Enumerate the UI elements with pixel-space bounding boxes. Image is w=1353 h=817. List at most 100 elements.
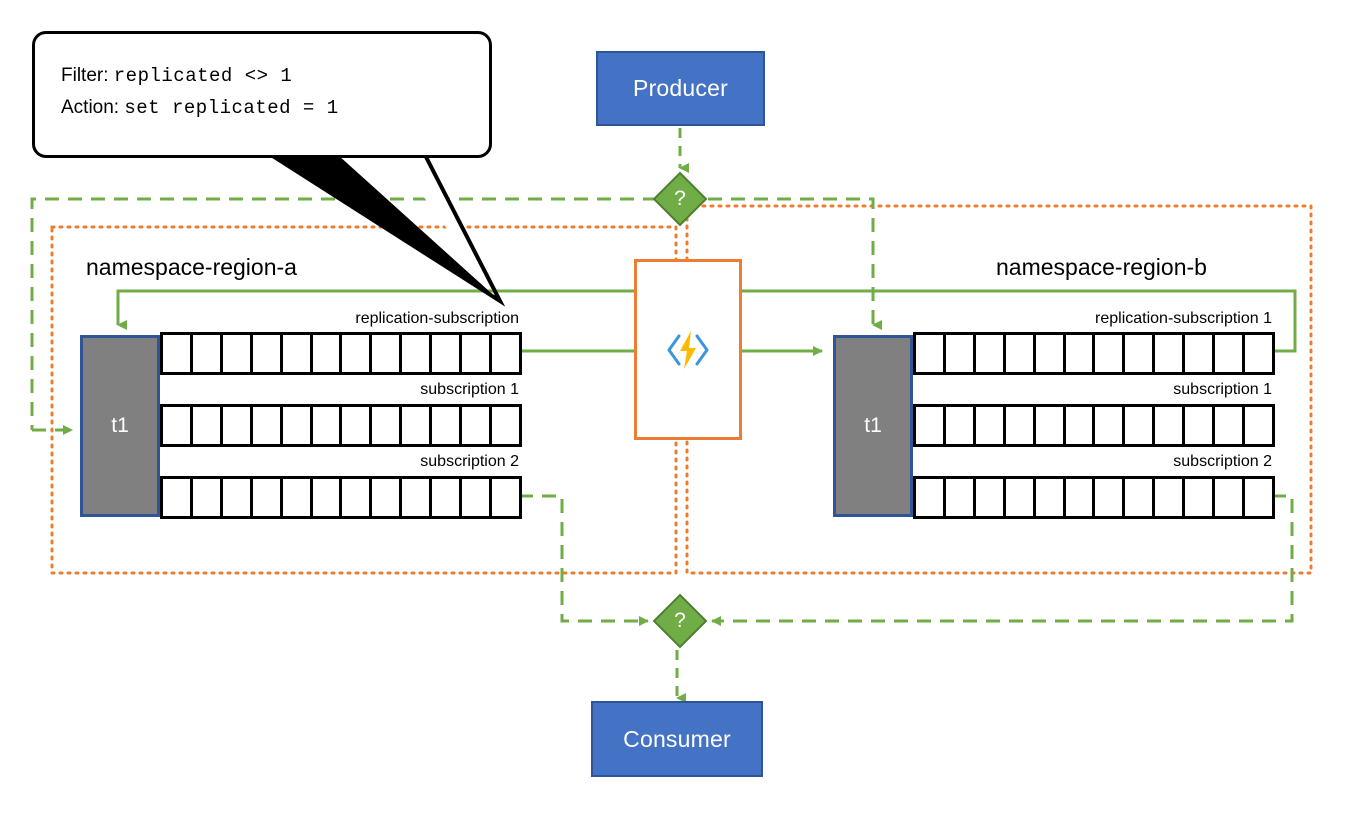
queue-cell	[279, 332, 313, 375]
queue-cell	[459, 404, 492, 447]
decision-bottom-diamond[interactable]: ?	[652, 593, 708, 649]
queue-cell	[1092, 404, 1126, 447]
queue-cell	[219, 332, 253, 375]
callout-filter-label: Filter:	[61, 65, 109, 86]
queue-cell	[339, 476, 373, 519]
queue-cell	[972, 332, 1006, 375]
ns-b-sub-0-label: replication-subscription 1	[1095, 310, 1272, 327]
queue-cell	[249, 404, 283, 447]
topic-label: t1	[111, 414, 129, 437]
queue-cell	[399, 404, 433, 447]
queue-cell	[189, 476, 223, 519]
namespace-region-a-topic[interactable]: t1	[80, 335, 160, 517]
queue-cell	[488, 404, 522, 447]
queue-cell	[1032, 332, 1066, 375]
queue-cell	[459, 476, 492, 519]
queue-cell	[160, 404, 193, 447]
queue-cell	[339, 332, 373, 375]
namespace-region-a-title: namespace-region-a	[86, 254, 297, 280]
queue-cell	[189, 404, 223, 447]
azure-function-node[interactable]	[634, 259, 742, 440]
ns-a-subscription-1-queue[interactable]	[160, 404, 522, 447]
queue-cell	[1092, 332, 1126, 375]
producer-node[interactable]: Producer	[596, 51, 765, 126]
queue-cell	[399, 332, 433, 375]
queue-cell	[309, 404, 343, 447]
ns-a-subscription-2-queue[interactable]	[160, 476, 522, 519]
ns-b-sub-1-label: subscription 1	[1173, 381, 1272, 398]
consumer-node[interactable]: Consumer	[591, 701, 763, 777]
queue-cell	[1152, 476, 1186, 519]
ns-b-subscription-0-queue[interactable]	[913, 332, 1275, 375]
queue-cell	[429, 476, 463, 519]
queue-cell	[1002, 332, 1036, 375]
queue-cell	[160, 476, 193, 519]
queue-cell	[429, 404, 463, 447]
queue-cell	[1212, 404, 1245, 447]
queue-cell	[279, 476, 313, 519]
callout-line-action: Action: set replicated = 1	[61, 92, 489, 124]
queue-cell	[219, 404, 253, 447]
queue-cell	[1182, 476, 1216, 519]
queue-cell	[1002, 404, 1036, 447]
ns-a-sub-1-label: subscription 1	[420, 381, 519, 398]
ns-b-sub-2-label: subscription 2	[1173, 453, 1272, 470]
callout-action-label: Action:	[61, 97, 120, 118]
queue-cell	[189, 332, 223, 375]
queue-cell	[1062, 476, 1096, 519]
ns-b-subscription-1-queue[interactable]	[913, 404, 1275, 447]
queue-cell	[1241, 332, 1275, 375]
queue-cell	[1241, 404, 1275, 447]
decision-top-diamond[interactable]: ?	[652, 171, 708, 227]
queue-cell	[339, 404, 373, 447]
queue-cell	[369, 476, 403, 519]
topic-label: t1	[864, 414, 882, 437]
queue-cell	[1122, 476, 1156, 519]
queue-cell	[249, 332, 283, 375]
queue-cell	[942, 476, 976, 519]
queue-cell	[1241, 476, 1275, 519]
decision-top-label: ?	[674, 187, 686, 210]
queue-cell	[249, 476, 283, 519]
queue-cell	[279, 404, 313, 447]
diagram-canvas: Filter: replicated <> 1 Action: set repl…	[0, 0, 1353, 817]
queue-cell	[1122, 332, 1156, 375]
ns-b-subscription-2-queue[interactable]	[913, 476, 1275, 519]
queue-cell	[309, 476, 343, 519]
queue-cell	[1152, 404, 1186, 447]
queue-cell	[1182, 332, 1216, 375]
queue-cell	[942, 332, 976, 375]
queue-cell	[1182, 404, 1216, 447]
queue-cell	[488, 476, 522, 519]
queue-cell	[1062, 332, 1096, 375]
queue-cell	[429, 332, 463, 375]
queue-cell	[1032, 476, 1066, 519]
queue-cell	[913, 476, 946, 519]
queue-cell	[160, 332, 193, 375]
queue-cell	[1152, 332, 1186, 375]
queue-cell	[1122, 404, 1156, 447]
ns-a-sub-2-label: subscription 2	[420, 453, 519, 470]
queue-cell	[972, 476, 1006, 519]
queue-cell	[1062, 404, 1096, 447]
queue-cell	[913, 404, 946, 447]
decision-bottom-label: ?	[674, 609, 686, 632]
ns-a-subscription-0-queue[interactable]	[160, 332, 522, 375]
azure-function-bolt-icon	[667, 330, 709, 369]
ns-a-sub-0-label: replication-subscription	[355, 310, 519, 327]
queue-cell	[1212, 476, 1245, 519]
queue-cell	[972, 404, 1006, 447]
namespace-region-b-topic[interactable]: t1	[833, 335, 913, 517]
queue-cell	[399, 476, 433, 519]
queue-cell	[219, 476, 253, 519]
queue-cell	[1002, 476, 1036, 519]
consumer-label: Consumer	[623, 725, 731, 752]
callout-filter-value: replicated <> 1	[113, 65, 293, 87]
callout-line-filter: Filter: replicated <> 1	[61, 60, 489, 92]
callout-action-value: set replicated = 1	[124, 97, 339, 119]
queue-cell	[459, 332, 492, 375]
queue-cell	[942, 404, 976, 447]
namespace-region-b-title: namespace-region-b	[996, 254, 1207, 280]
queue-cell	[369, 332, 403, 375]
queue-cell	[309, 332, 343, 375]
